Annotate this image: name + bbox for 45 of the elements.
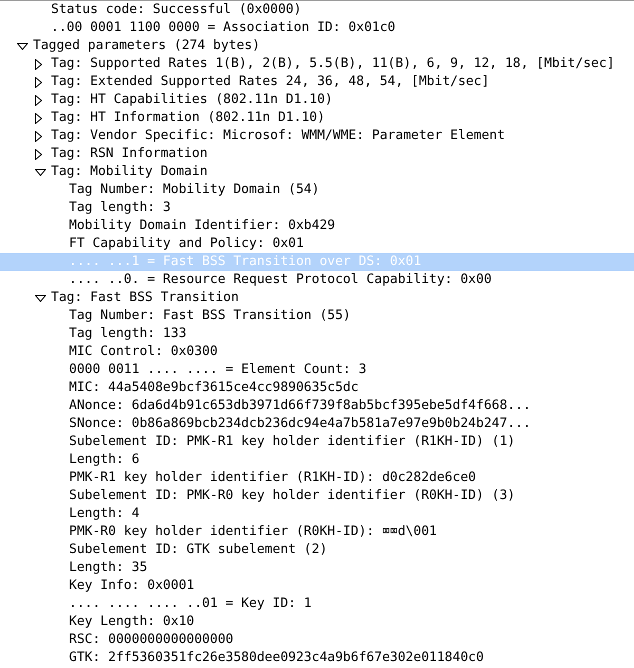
tree-item[interactable]: Tag: HT Capabilities (802.11n D1.10): [51, 91, 333, 109]
tree-item[interactable]: MIC: 44a5408e9bcf3615ce4cc9890635c5dc: [69, 379, 359, 397]
tree-item[interactable]: Tag length: 133: [69, 325, 186, 343]
tree-item[interactable]: ..00 0001 1100 0000 = Association ID: 0x01c0: [51, 19, 396, 37]
expander-icon[interactable]: [35, 168, 46, 176]
expander-icon[interactable]: [35, 94, 42, 106]
tree-item[interactable]: Tag Number: Fast BSS Transition (55): [69, 307, 351, 325]
expander-icon[interactable]: [35, 294, 46, 302]
tree-item[interactable]: Tagged parameters (274 bytes): [33, 37, 260, 55]
tree-item[interactable]: Key Length: 0x10: [69, 613, 194, 631]
tree-item[interactable]: Tag: HT Information (802.11n D1.10): [51, 109, 325, 127]
tree-item[interactable]: 0000 0011 .... .... = Element Count: 3: [69, 361, 366, 379]
tree-item[interactable]: Tag: Extended Supported Rates 24, 36, 48, 54, [Mbit/sec]: [51, 73, 490, 91]
tree-item[interactable]: Tag length: 3: [69, 199, 171, 217]
expander-icon[interactable]: [17, 42, 28, 50]
tree-item[interactable]: Subelement ID: PMK-R1 key holder identifier (R1KH-ID) (1): [69, 433, 516, 451]
tree-item[interactable]: Tag: RSN Information: [51, 145, 208, 163]
tree-item[interactable]: Tag: Fast BSS Transition: [51, 289, 239, 307]
tree-item[interactable]: GTK: 2ff5360351fc26e3580dee0923c4a9b6f67e302e011840c0: [69, 649, 484, 667]
expander-icon[interactable]: [35, 76, 42, 88]
tree-item[interactable]: Tag: Vendor Specific: Microsof: WMM/WME: Parameter Element: [51, 127, 505, 145]
tree-item[interactable]: Status code: Successful (0x0000): [51, 1, 302, 19]
tree-item[interactable]: Length: 4: [69, 505, 140, 523]
tree-item[interactable]: Mobility Domain Identifier: 0xb429: [69, 217, 336, 235]
expander-icon[interactable]: [35, 148, 42, 160]
tree-item[interactable]: SNonce: 0b86a869bcb234dcb236dc94e4a7b581a7e97e9b0b24b247...: [69, 415, 531, 433]
tree-item[interactable]: Length: 6: [69, 451, 140, 469]
tree-item[interactable]: PMK-R1 key holder identifier (R1KH-ID): d0c282de6ce0: [69, 469, 476, 487]
tree-item[interactable]: RSC: 0000000000000000: [69, 631, 234, 649]
expander-icon[interactable]: [35, 112, 42, 124]
tree-item[interactable]: Subelement ID: PMK-R0 key holder identifier (R0KH-ID) (3): [69, 487, 516, 505]
tree-item[interactable]: FT Capability and Policy: 0x01: [69, 235, 304, 253]
tree-item[interactable]: Tag: Mobility Domain: [51, 163, 208, 181]
tree-item[interactable]: Key Info: 0x0001: [69, 577, 194, 595]
tree-item[interactable]: Tag: Supported Rates 1(B), 2(B), 5.5(B), 11(B), 6, 9, 12, 18, [Mbit/sec]: [51, 55, 615, 73]
tree-item[interactable]: .... .... .... ..01 = Key ID: 1: [69, 595, 312, 613]
tree-item[interactable]: Subelement ID: GTK subelement (2): [69, 541, 328, 559]
tree-item[interactable]: ANonce: 6da6d4b91c653db3971d66f739f8ab5bcf395ebe5df4f668...: [69, 397, 531, 415]
tree-item[interactable]: Tag Number: Mobility Domain (54): [69, 181, 320, 199]
tree-item[interactable]: PMK-R0 key holder identifier (R0KH-ID): ⌧⌧d\001: [69, 523, 437, 541]
expander-icon[interactable]: [35, 58, 42, 70]
tree-item[interactable]: Length: 35: [69, 559, 148, 577]
expander-icon[interactable]: [35, 130, 42, 142]
tree-item[interactable]: .... ..0. = Resource Request Protocol Capability: 0x00: [69, 271, 492, 289]
tree-item[interactable]: MIC Control: 0x0300: [69, 343, 218, 361]
